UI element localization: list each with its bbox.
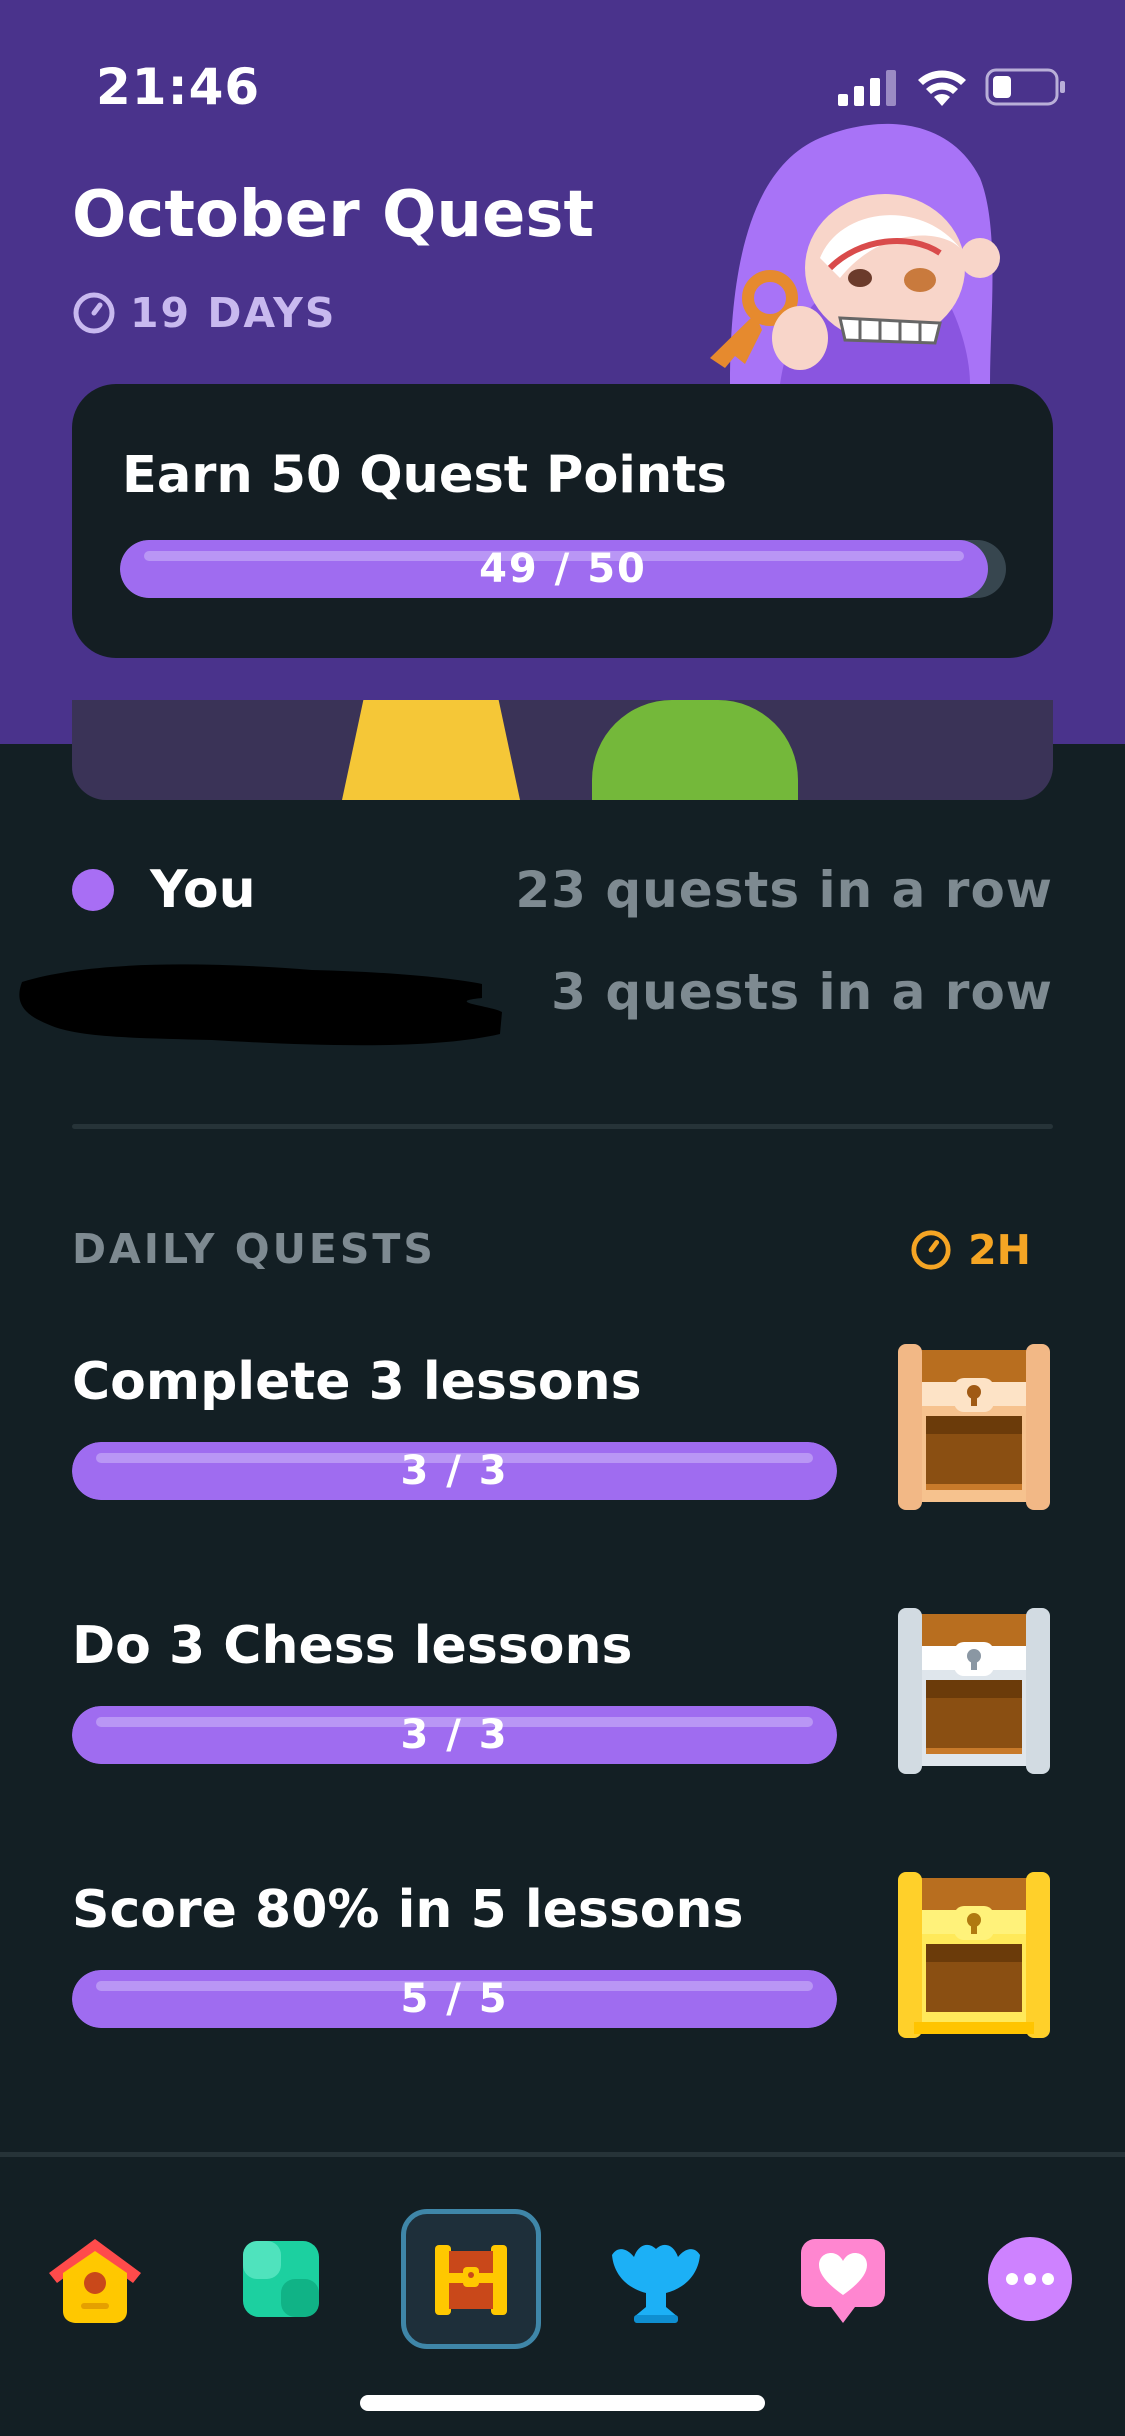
friend-streak: 23 quests in a row [515, 861, 1053, 919]
section-divider [72, 1124, 1053, 1129]
battery-icon [985, 68, 1065, 106]
nav-more[interactable] [960, 2209, 1100, 2349]
days-left-text: 19 DAYS [130, 289, 337, 337]
daily-quest-label: Complete 3 lessons [72, 1352, 642, 1412]
status-time: 21:46 [96, 58, 261, 116]
monthly-quest-progress: 49 / 50 [120, 540, 1006, 598]
nav-quests[interactable] [401, 2209, 541, 2349]
daily-timer: 2H [910, 1224, 1031, 1276]
daily-quest-label: Do 3 Chess lessons [72, 1616, 633, 1676]
timer-text: 2H [968, 1226, 1031, 1274]
quest-chest-icon [435, 2245, 507, 2315]
friends-race-bars [72, 700, 1053, 800]
practice-grid-icon [243, 2241, 319, 2317]
days-remaining: 19 DAYS [72, 288, 336, 338]
nav-practice[interactable] [211, 2209, 351, 2349]
timer-icon [73, 292, 115, 334]
heart-shop-icon [801, 2239, 885, 2323]
progress-text: 5 / 5 [400, 1976, 509, 2022]
home-indicator [360, 2395, 765, 2411]
monthly-quest-card[interactable]: Earn 50 Quest Points 49 / 50 [72, 384, 1053, 658]
more-dots-icon [988, 2237, 1072, 2321]
timer-icon [911, 1230, 951, 1270]
you-indicator-dot [72, 869, 114, 911]
friend-streak: 3 quests in a row [551, 963, 1053, 1021]
friend-bar [342, 700, 520, 800]
wifi-icon [918, 70, 966, 106]
friend-row-you: You 23 quests in a row [72, 860, 1053, 920]
daily-quest-item[interactable]: Do 3 Chess lessons 3 / 3 [72, 1608, 1053, 1816]
daily-quest-label: Score 80% in 5 lessons [72, 1880, 744, 1940]
page-title: October Quest [72, 178, 595, 252]
nav-shop[interactable] [773, 2209, 913, 2349]
you-bar [592, 700, 798, 800]
daily-quests-heading: DAILY QUESTS [72, 1225, 436, 1273]
gold-chest-icon[interactable] [894, 1872, 1054, 2038]
daily-quest-progress: 3 / 3 [72, 1442, 837, 1500]
progress-text: 3 / 3 [400, 1448, 509, 1494]
monthly-quest-track: 49 / 50 [120, 540, 1006, 598]
daily-quest-item[interactable]: Score 80% in 5 lessons 5 / 5 [72, 1872, 1053, 2080]
character-with-key-illustration [710, 123, 1000, 384]
nav-leagues[interactable] [586, 2209, 726, 2349]
progress-text: 49 / 50 [479, 546, 647, 592]
bronze-chest-icon[interactable] [894, 1344, 1054, 1510]
cellular-signal-icon [838, 70, 896, 106]
progress-text: 3 / 3 [400, 1712, 509, 1758]
daily-quest-item[interactable]: Complete 3 lessons 3 / 3 [72, 1344, 1053, 1552]
nav-home[interactable] [25, 2209, 165, 2349]
friend-row-other: 3 quests in a row [72, 962, 1053, 1022]
silver-chest-icon[interactable] [894, 1608, 1054, 1774]
monthly-quest-label: Earn 50 Quest Points [122, 446, 727, 505]
daily-quest-progress: 3 / 3 [72, 1706, 837, 1764]
home-icon [49, 2239, 141, 2323]
trophy-icon [612, 2244, 700, 2323]
friend-name: You [150, 860, 256, 920]
daily-quest-progress: 5 / 5 [72, 1970, 837, 2028]
